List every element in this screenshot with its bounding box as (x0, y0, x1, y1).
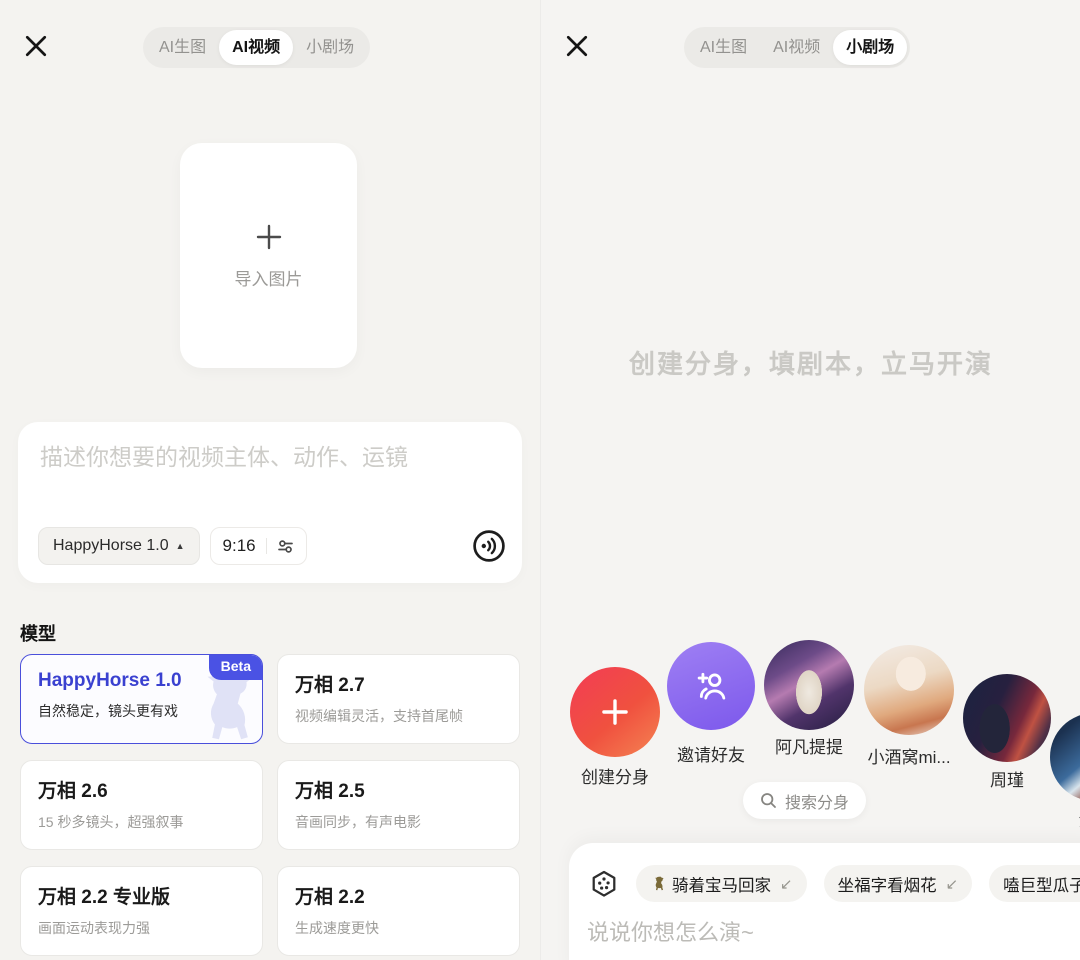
model-name: 万相 2.2 (295, 882, 502, 909)
empty-state-tagline: 创建分身，填剧本，立马开演 (541, 344, 1080, 381)
invite-friends-button[interactable] (667, 642, 755, 730)
avatar-label-zhoujin: 周瑾 (990, 766, 1024, 791)
suggestion-chip-horse-home[interactable]: 骑着宝马回家 ↙ (636, 865, 807, 902)
chip-label: 坐福字看烟花 (838, 872, 937, 896)
model-card-happyhorse-1-0[interactable]: Beta HappyHorse 1.0 自然稳定，镜头更有戏 (20, 654, 263, 744)
import-image-label: 导入图片 (235, 265, 303, 290)
model-desc: 自然稳定，镜头更有戏 (38, 701, 245, 721)
suggestion-chip-sunflower-seeds[interactable]: 嗑巨型瓜子 (989, 865, 1080, 902)
mode-tabbar: AI生图 AI视频 小剧场 (143, 27, 370, 68)
arrow-down-left-icon: ↙ (780, 875, 793, 893)
plus-icon (596, 693, 634, 731)
screen-mini-theater: AI生图 AI视频 小剧场 创建分身，填剧本，立马开演 创建分身 邀请好友 阿凡… (540, 0, 1080, 960)
search-avatar-pill[interactable]: 搜索分身 (743, 782, 866, 819)
plus-icon (254, 222, 284, 252)
model-name: 万相 2.5 (295, 776, 502, 803)
prompt-card: HappyHorse 1.0 ▲ 9:16 (18, 422, 522, 583)
avatar-afanti[interactable] (764, 640, 854, 730)
avatar-label-create: 创建分身 (581, 763, 649, 788)
import-image-card[interactable]: 导入图片 (180, 143, 357, 368)
search-avatar-label: 搜索分身 (785, 789, 849, 813)
tab-ai-video[interactable]: AI视频 (760, 30, 833, 65)
model-selector-pill[interactable]: HappyHorse 1.0 ▲ (38, 527, 200, 565)
model-name: 万相 2.7 (295, 670, 502, 697)
avatar-label-invite: 邀请好友 (677, 741, 745, 766)
model-desc: 音画同步，有声电影 (295, 812, 502, 832)
chip-label: 骑着宝马回家 (672, 872, 771, 896)
voice-wave-icon[interactable] (472, 529, 506, 563)
close-icon[interactable] (22, 32, 50, 60)
tab-mini-theater[interactable]: 小剧场 (833, 30, 907, 65)
tab-ai-video[interactable]: AI视频 (219, 30, 293, 65)
models-section-title: 模型 (20, 620, 56, 646)
model-card-wanxiang-2-2-pro[interactable]: 万相 2.2 专业版 画面运动表现力强 (20, 866, 263, 956)
model-desc: 生成速度更快 (295, 918, 502, 938)
avatar-label-afanti: 阿凡提提 (775, 733, 843, 758)
add-friend-icon (690, 665, 732, 707)
model-desc: 视频编辑灵活，支持首尾帧 (295, 706, 502, 726)
model-name: 万相 2.6 (38, 776, 245, 803)
tab-ai-image[interactable]: AI生图 (687, 30, 760, 65)
composer-card: 骑着宝马回家 ↙ 坐福字看烟花 ↙ 嗑巨型瓜子 (569, 843, 1080, 960)
mode-tabbar: AI生图 AI视频 小剧场 (684, 27, 910, 68)
model-selector-label: HappyHorse 1.0 (53, 537, 169, 555)
avatar-partial[interactable] (1050, 713, 1080, 801)
avatar-zhoujin[interactable] (963, 674, 1051, 762)
create-avatar-button[interactable] (570, 667, 660, 757)
tab-ai-image[interactable]: AI生图 (146, 30, 219, 65)
avatar-label-xiaojiuwo: 小酒窝mi... (867, 743, 950, 768)
tab-mini-theater[interactable]: 小剧场 (293, 30, 367, 65)
suggestion-row: 骑着宝马回家 ↙ 坐福字看烟花 ↙ 嗑巨型瓜子 (589, 865, 1080, 902)
chevron-up-icon: ▲ (176, 541, 185, 551)
script-input[interactable] (585, 919, 1009, 947)
model-desc: 画面运动表现力强 (38, 918, 245, 938)
suggestion-chip-fireworks[interactable]: 坐福字看烟花 ↙ (824, 865, 973, 902)
dice-icon[interactable] (589, 869, 619, 899)
search-icon (760, 792, 777, 809)
aspect-ratio-pill[interactable]: 9:16 (210, 527, 307, 565)
close-icon[interactable] (563, 32, 591, 60)
model-grid: Beta HappyHorse 1.0 自然稳定，镜头更有戏 万相 2.7 视频… (20, 654, 520, 956)
horse-icon (650, 875, 667, 892)
sliders-icon (277, 538, 294, 555)
model-card-wanxiang-2-7[interactable]: 万相 2.7 视频编辑灵活，支持首尾帧 (277, 654, 520, 744)
aspect-ratio-label: 9:16 (223, 536, 256, 556)
model-card-wanxiang-2-6[interactable]: 万相 2.6 15 秒多镜头，超强叙事 (20, 760, 263, 850)
screen-ai-video: AI生图 AI视频 小剧场 导入图片 HappyHorse 1.0 ▲ 9:16 (0, 0, 540, 960)
model-desc: 15 秒多镜头，超强叙事 (38, 812, 245, 832)
model-card-wanxiang-2-5[interactable]: 万相 2.5 音画同步，有声电影 (277, 760, 520, 850)
divider (266, 538, 267, 554)
prompt-controls: HappyHorse 1.0 ▲ 9:16 (38, 527, 506, 565)
model-name: 万相 2.2 专业版 (38, 882, 245, 909)
model-name: HappyHorse 1.0 (38, 670, 245, 692)
avatar-xiaojiuwo[interactable] (864, 645, 954, 735)
chip-label: 嗑巨型瓜子 (1003, 872, 1080, 896)
prompt-input[interactable] (38, 436, 502, 512)
arrow-down-left-icon: ↙ (946, 875, 959, 893)
model-card-wanxiang-2-2[interactable]: 万相 2.2 生成速度更快 (277, 866, 520, 956)
